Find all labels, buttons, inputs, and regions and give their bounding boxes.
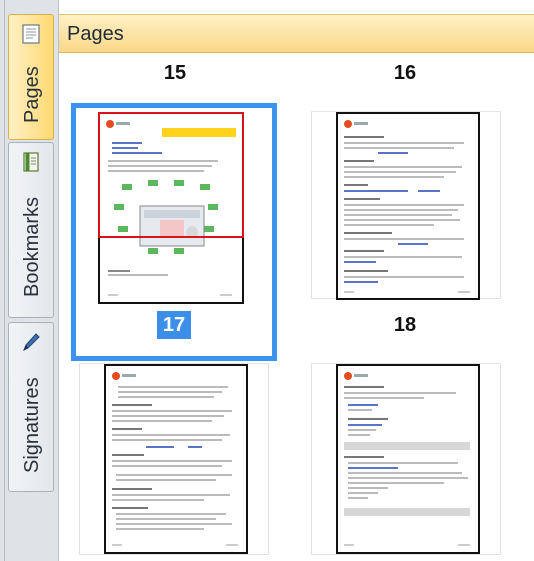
page-preview xyxy=(98,112,244,304)
page-content-graphic xyxy=(112,372,238,546)
page-number-label: 18 xyxy=(393,314,417,336)
page-preview xyxy=(336,364,480,554)
tab-signatures-label: Signatures xyxy=(21,377,43,473)
page-number-label: 15 xyxy=(163,62,187,84)
panel-header: Pages xyxy=(59,14,534,53)
thumbnail-panel[interactable]: 15 16 17 18 xyxy=(59,53,534,561)
page-number-label: 16 xyxy=(393,62,417,84)
view-area-indicator[interactable] xyxy=(98,112,244,238)
page-thumbnail-16[interactable] xyxy=(311,111,501,300)
bookmark-icon xyxy=(23,152,39,172)
sidebar-tab-strip: Pages Bookmarks Signatures xyxy=(0,0,59,561)
tab-signatures[interactable]: Signatures xyxy=(8,322,54,492)
page-content-graphic xyxy=(344,120,470,293)
pen-icon xyxy=(23,333,40,352)
tab-pages-label: Pages xyxy=(21,66,43,124)
tab-bookmarks[interactable]: Bookmarks xyxy=(8,142,54,318)
page-content-graphic xyxy=(344,372,470,546)
tab-bookmarks-label: Bookmarks xyxy=(21,196,43,298)
tab-pages[interactable]: Pages xyxy=(8,14,54,140)
page-preview xyxy=(336,112,480,300)
page-number-label-selected: 17 xyxy=(157,311,191,339)
pages-icon xyxy=(22,24,40,44)
strip-edge xyxy=(4,0,5,561)
page-thumbnail-18[interactable] xyxy=(311,363,501,555)
page-preview xyxy=(104,364,248,554)
panel-title: Pages xyxy=(67,23,124,45)
page-thumbnail-17[interactable] xyxy=(79,363,269,555)
